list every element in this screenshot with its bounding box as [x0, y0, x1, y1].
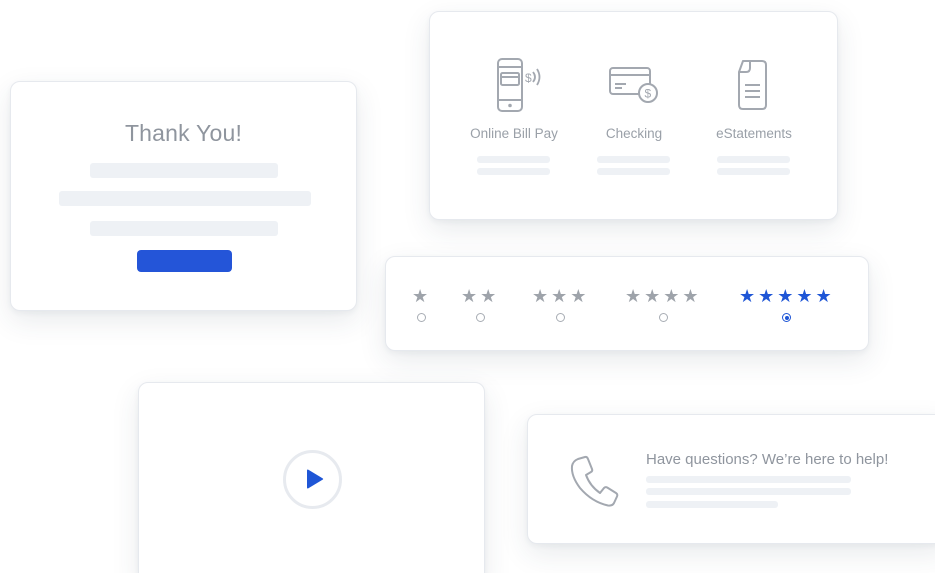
rating-option-3[interactable]: ★★★: [532, 287, 589, 322]
rating-option-4[interactable]: ★★★★: [625, 287, 702, 322]
placeholder-line: [646, 488, 851, 495]
star-icons: ★★: [461, 286, 500, 306]
service-label: eStatements: [716, 126, 792, 141]
rating-option-2[interactable]: ★★: [461, 287, 499, 322]
mobile-pay-icon: $: [497, 58, 541, 112]
service-label: Checking: [605, 126, 663, 141]
placeholder-line: [477, 168, 550, 175]
radio-button[interactable]: [658, 313, 668, 322]
star-icons: ★★★★: [625, 286, 702, 306]
service-online-bill-pay[interactable]: $ Online Bill Pay: [449, 58, 579, 175]
rating-option-1[interactable]: ★: [412, 287, 431, 322]
placeholder-line: [597, 156, 670, 163]
rating-card: ★ ★★ ★★★ ★★★★ ★★★★★: [385, 256, 869, 351]
help-card: Have questions? We’re here to help!: [527, 414, 935, 544]
radio-button-selected[interactable]: [782, 313, 792, 322]
help-text: Have questions? We’re here to help!: [646, 451, 889, 468]
service-estatements[interactable]: eStatements: [689, 58, 819, 175]
video-card: [138, 382, 485, 573]
svg-text:$: $: [525, 71, 532, 85]
placeholder-line: [646, 476, 851, 483]
star-icons: ★★★★★: [739, 286, 835, 306]
placeholder-line: [646, 501, 778, 508]
document-icon: [738, 60, 767, 110]
placeholder-line: [477, 156, 550, 163]
svg-text:$: $: [645, 87, 652, 101]
placeholder-line: [717, 156, 790, 163]
thank-you-card: Thank You!: [10, 81, 357, 311]
play-icon: [307, 469, 324, 489]
star-icons: ★: [412, 286, 432, 306]
submit-button[interactable]: [137, 250, 232, 272]
radio-button[interactable]: [556, 313, 566, 322]
placeholder-line: [597, 168, 670, 175]
services-card: $ Online Bill Pay $ Checking eStatements: [429, 11, 838, 220]
service-label: Online Bill Pay: [470, 126, 558, 141]
service-checking[interactable]: $ Checking: [569, 58, 699, 175]
page-canvas: Thank You! $ Online Bill Pay $ Checking …: [0, 0, 935, 573]
phone-icon: [570, 455, 619, 507]
star-icons: ★★★: [532, 286, 590, 306]
placeholder-line: [59, 191, 311, 206]
radio-button[interactable]: [417, 313, 427, 322]
placeholder-line: [90, 221, 278, 236]
rating-option-5[interactable]: ★★★★★: [739, 287, 835, 322]
radio-button[interactable]: [475, 313, 485, 322]
placeholder-line: [717, 168, 790, 175]
placeholder-line: [90, 163, 278, 178]
play-button[interactable]: [283, 450, 342, 509]
checking-card-icon: $: [609, 67, 658, 103]
thank-you-title: Thank You!: [124, 120, 243, 146]
